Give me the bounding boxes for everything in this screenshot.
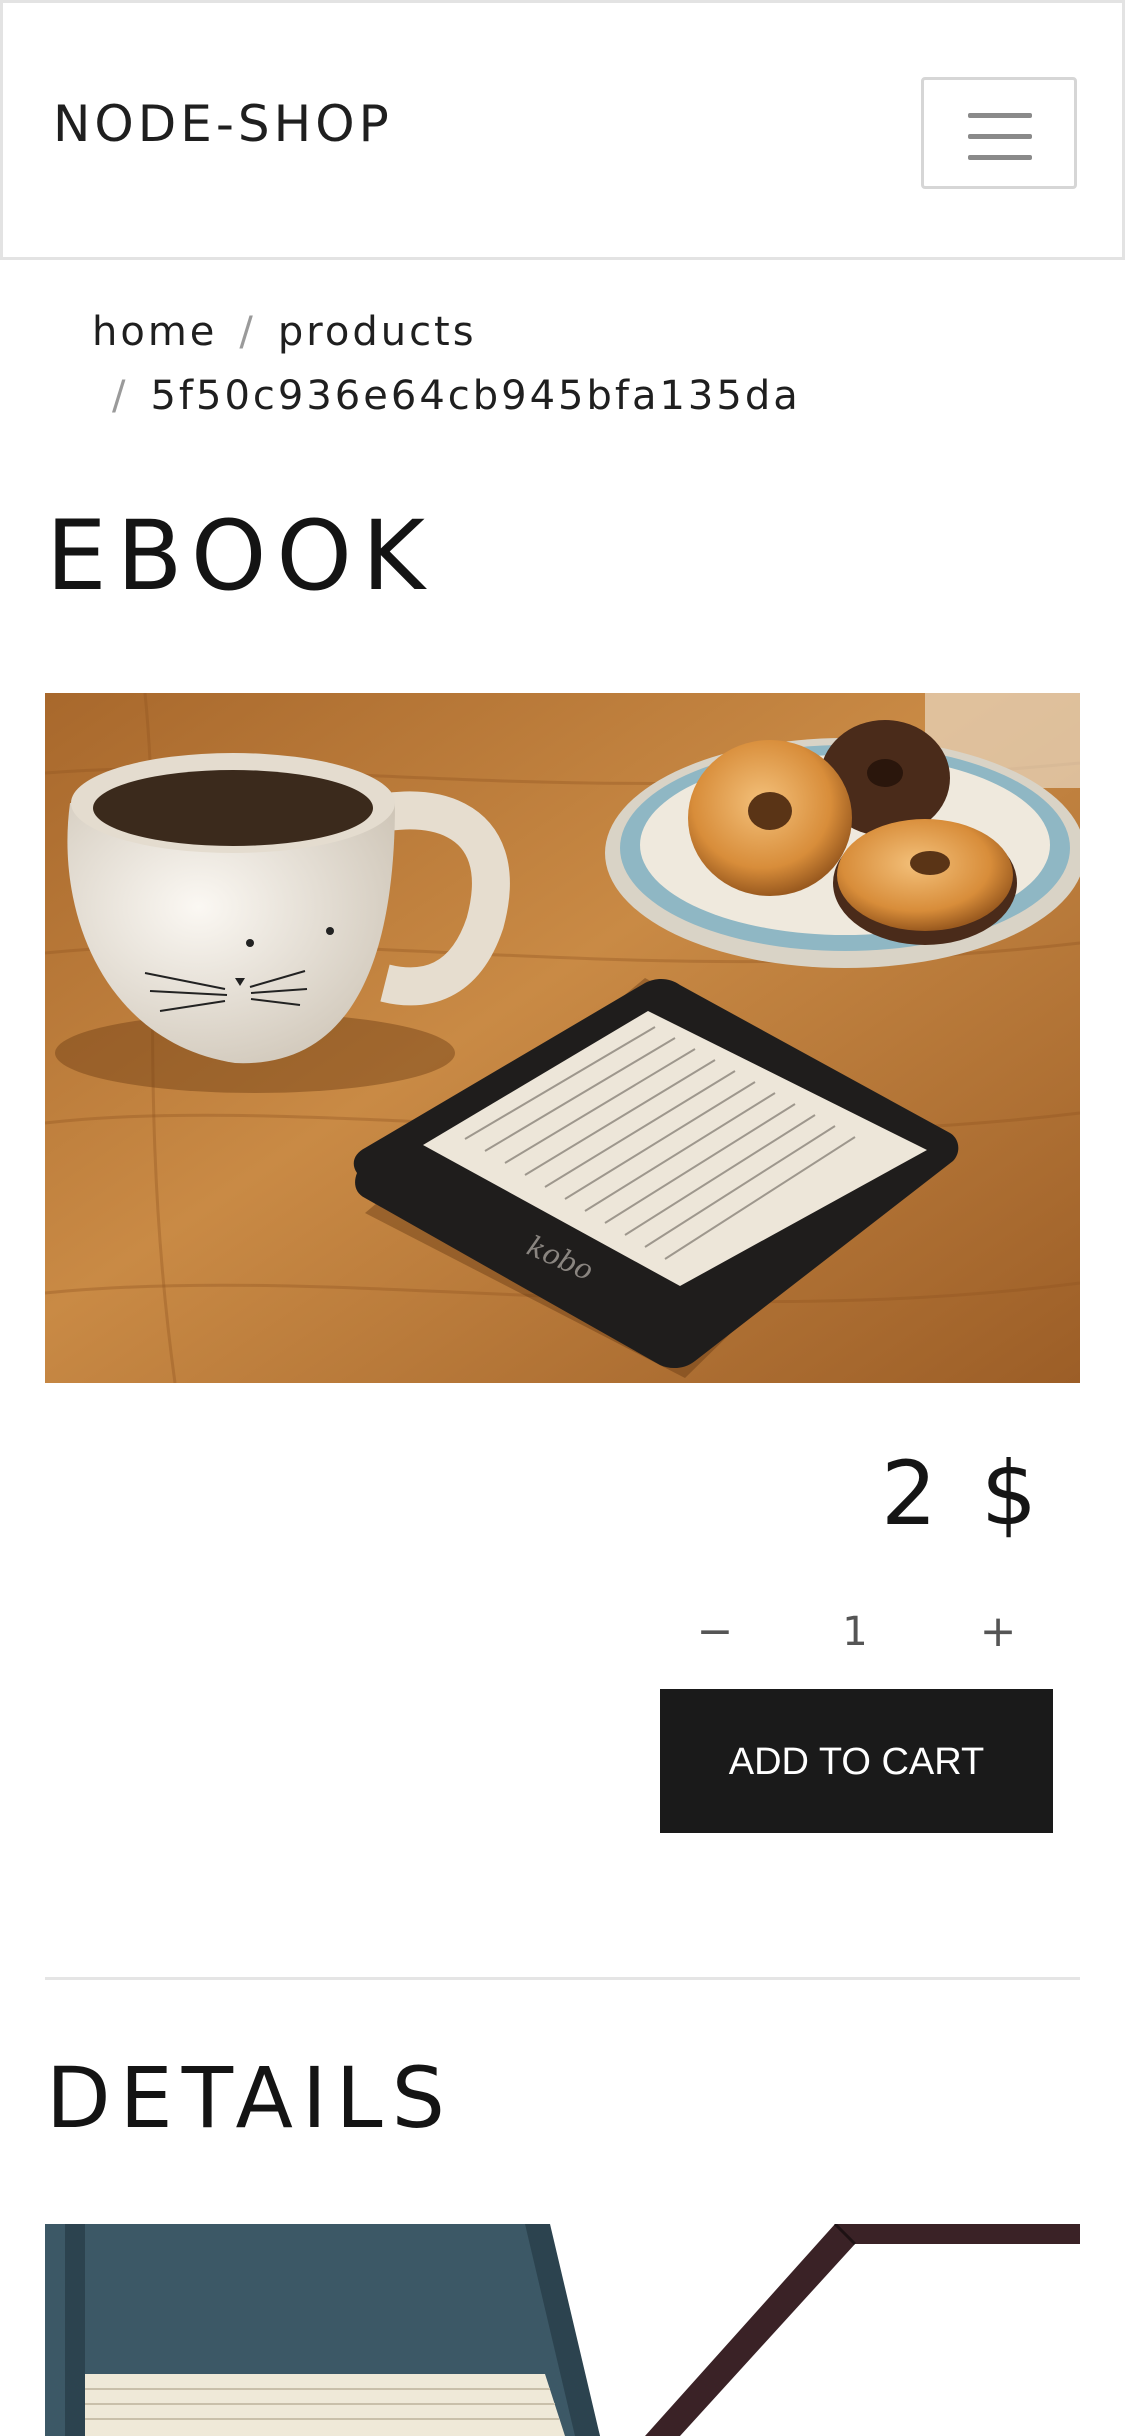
brand-logo[interactable]: NODE-SHOP xyxy=(53,99,393,149)
breadcrumb-current-product: 5f50c936e64cb945bfa135da xyxy=(150,373,801,419)
decrease-quantity-button[interactable]: − xyxy=(680,1600,750,1664)
product-image: kobo xyxy=(45,693,1080,1383)
add-to-cart-button[interactable]: ADD TO CART xyxy=(660,1689,1053,1833)
details-image xyxy=(45,2224,1080,2436)
product-price: 2 $ xyxy=(881,1442,1045,1545)
breadcrumb: home / products / 5f50c936e64cb945bfa135da xyxy=(92,300,992,428)
increase-quantity-button[interactable]: + xyxy=(963,1600,1033,1664)
breadcrumb-products-link[interactable]: products xyxy=(278,309,477,355)
menu-toggle-button[interactable] xyxy=(921,77,1077,189)
details-heading: DETAILS xyxy=(46,2049,454,2147)
breadcrumb-separator: / xyxy=(239,309,256,355)
quantity-stepper: − 1 + xyxy=(660,1600,1053,1664)
section-divider xyxy=(45,1977,1080,1980)
breadcrumb-home-link[interactable]: home xyxy=(92,309,217,355)
breadcrumb-separator: / xyxy=(112,373,129,419)
product-title: EBOOK xyxy=(46,500,435,612)
navbar: NODE-SHOP xyxy=(0,0,1125,260)
quantity-input[interactable]: 1 xyxy=(805,1600,905,1664)
